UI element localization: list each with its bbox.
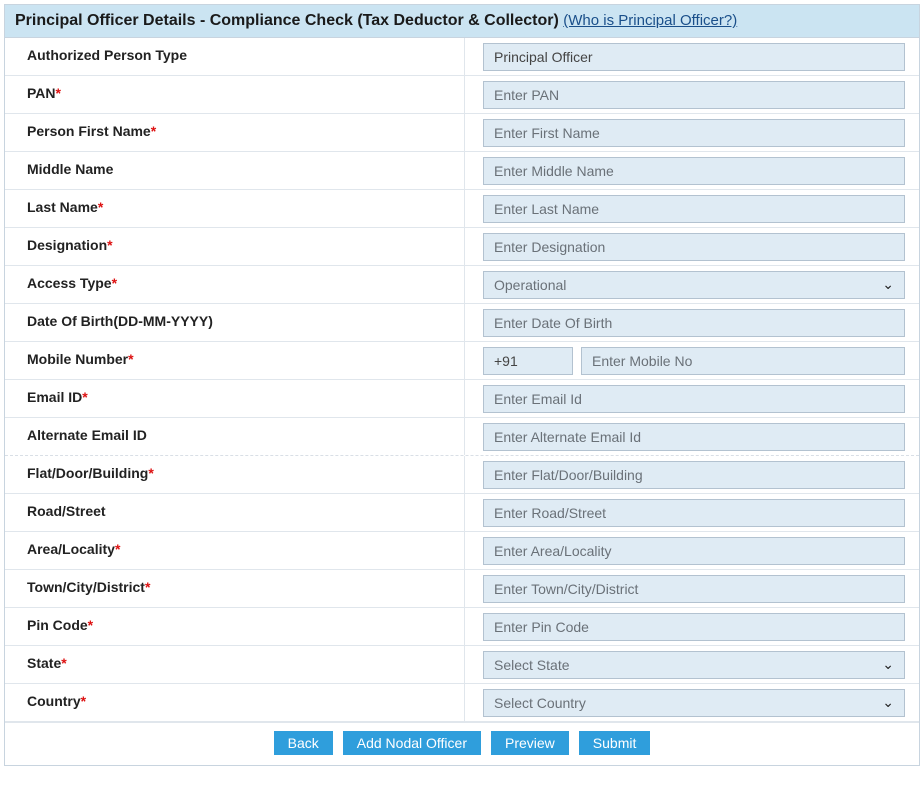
input-middle-name[interactable] [483,157,905,185]
row-pan: PAN* [5,76,919,114]
select-state[interactable]: Select State ⌄ [483,651,905,679]
input-mobile[interactable] [581,347,905,375]
select-country[interactable]: Select Country ⌄ [483,689,905,717]
mobile-prefix: +91 [483,347,573,375]
row-authorized-person-type: Authorized Person Type Principal Officer [5,38,919,76]
input-dob[interactable] [483,309,905,337]
row-country: Country* Select Country ⌄ [5,684,919,722]
input-area[interactable] [483,537,905,565]
label-state: State* [5,646,465,683]
add-nodal-officer-button[interactable]: Add Nodal Officer [343,731,481,755]
label-road: Road/Street [5,494,465,531]
chevron-down-icon: ⌄ [882,694,894,711]
label-flat: Flat/Door/Building* [5,456,465,493]
back-button[interactable]: Back [274,731,333,755]
row-mobile: Mobile Number* +91 [5,342,919,380]
label-middle-name: Middle Name [5,152,465,189]
label-town: Town/City/District* [5,570,465,607]
panel-title: Principal Officer Details - Compliance C… [15,12,559,29]
chevron-down-icon: ⌄ [882,656,894,673]
label-authorized-person-type: Authorized Person Type [5,38,465,75]
input-road[interactable] [483,499,905,527]
row-area: Area/Locality* [5,532,919,570]
row-access-type: Access Type* Operational ⌄ [5,266,919,304]
input-first-name[interactable] [483,119,905,147]
panel-header: Principal Officer Details - Compliance C… [5,5,919,38]
row-pincode: Pin Code* [5,608,919,646]
input-pan[interactable] [483,81,905,109]
label-dob: Date Of Birth(DD-MM-YYYY) [5,304,465,341]
value-authorized-person-type: Principal Officer [483,43,905,71]
select-access-type[interactable]: Operational ⌄ [483,271,905,299]
row-email: Email ID* [5,380,919,418]
row-state: State* Select State ⌄ [5,646,919,684]
label-last-name: Last Name* [5,190,465,227]
input-designation[interactable] [483,233,905,261]
label-email: Email ID* [5,380,465,417]
row-flat: Flat/Door/Building* [5,456,919,494]
input-flat[interactable] [483,461,905,489]
row-first-name: Person First Name* [5,114,919,152]
input-alt-email[interactable] [483,423,905,451]
label-pan: PAN* [5,76,465,113]
help-link-principal-officer[interactable]: (Who is Principal Officer?) [563,12,737,29]
label-access-type: Access Type* [5,266,465,303]
input-pincode[interactable] [483,613,905,641]
row-alt-email: Alternate Email ID [5,418,919,456]
input-email[interactable] [483,385,905,413]
label-pincode: Pin Code* [5,608,465,645]
row-road: Road/Street [5,494,919,532]
row-dob: Date Of Birth(DD-MM-YYYY) [5,304,919,342]
label-area: Area/Locality* [5,532,465,569]
label-country: Country* [5,684,465,721]
row-town: Town/City/District* [5,570,919,608]
label-mobile: Mobile Number* [5,342,465,379]
principal-officer-panel: Principal Officer Details - Compliance C… [4,4,920,766]
row-designation: Designation* [5,228,919,266]
row-last-name: Last Name* [5,190,919,228]
footer-actions: Back Add Nodal Officer Preview Submit [5,722,919,765]
input-town[interactable] [483,575,905,603]
preview-button[interactable]: Preview [491,731,569,755]
label-designation: Designation* [5,228,465,265]
input-last-name[interactable] [483,195,905,223]
submit-button[interactable]: Submit [579,731,651,755]
row-middle-name: Middle Name [5,152,919,190]
label-alt-email: Alternate Email ID [5,418,465,455]
label-first-name: Person First Name* [5,114,465,151]
chevron-down-icon: ⌄ [882,276,894,293]
